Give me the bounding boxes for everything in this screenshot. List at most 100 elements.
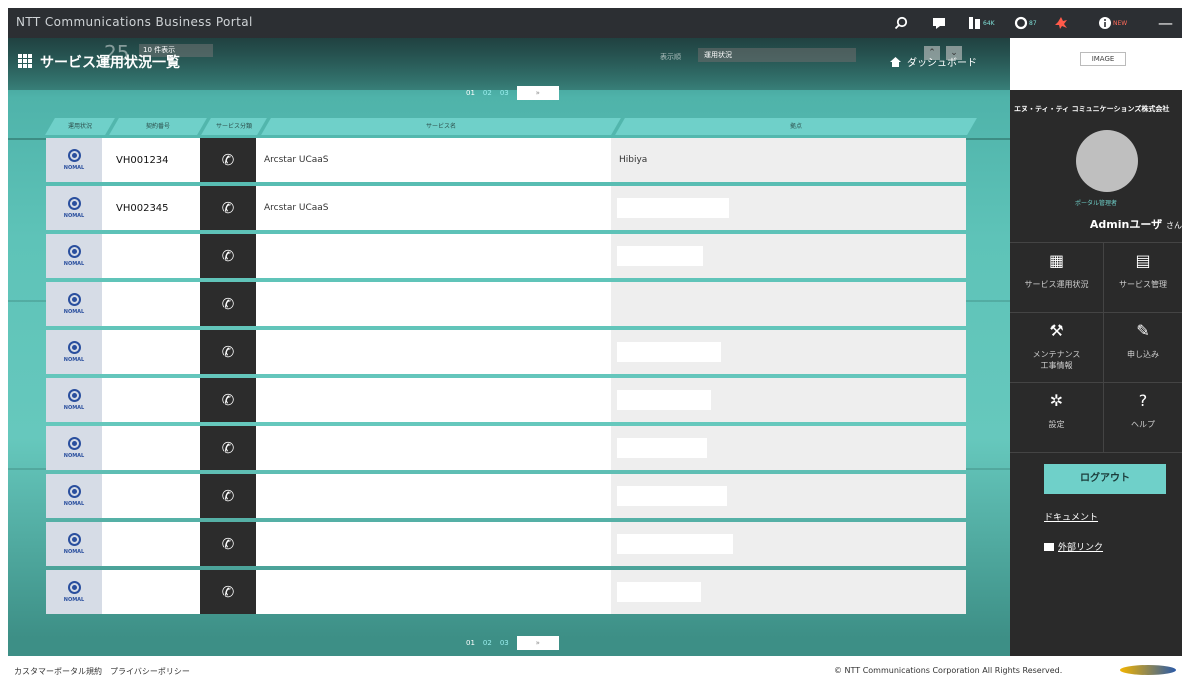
logout-button[interactable]: ログアウト — [1044, 464, 1166, 494]
message-icon[interactable] — [932, 8, 946, 38]
service-name: Arcstar UCaaS — [256, 186, 611, 230]
home-icon — [890, 56, 901, 67]
col-type[interactable]: サービス分類 — [201, 118, 267, 135]
table-row[interactable]: NOMAL ✆ — [46, 426, 966, 470]
dashboard-link[interactable]: ダッシュボード — [890, 54, 977, 69]
contract-number[interactable] — [102, 426, 200, 470]
contract-number[interactable] — [102, 234, 200, 278]
page-02[interactable]: 02 — [483, 639, 492, 647]
portal-brand: NTT Communications Business Portal — [16, 15, 253, 29]
service-name — [256, 234, 611, 278]
table-row[interactable]: NOMAL ✆ — [46, 378, 966, 422]
page-03[interactable]: 03 — [500, 89, 509, 97]
table-row[interactable]: NOMAL ✆ — [46, 282, 966, 326]
help-icon: ? — [1138, 391, 1148, 410]
refresh-icon[interactable]: 87 — [1014, 8, 1037, 38]
contract-number[interactable] — [102, 330, 200, 374]
sidebar-item-application[interactable]: ✎ 申し込み — [1104, 313, 1182, 383]
status-label: NOMAL — [63, 165, 85, 171]
ntt-logo — [1120, 665, 1176, 675]
status-label: NOMAL — [63, 309, 85, 315]
redacted-field — [617, 246, 703, 266]
site-cell — [611, 426, 966, 470]
contract-number[interactable]: VH002345 — [102, 186, 200, 230]
status-label: NOMAL — [63, 501, 85, 507]
page-03[interactable]: 03 — [500, 639, 509, 647]
col-service[interactable]: サービス名 — [261, 118, 621, 135]
sidebar-item-help[interactable]: ? ヘルプ — [1104, 383, 1182, 453]
phone-icon: ✆ — [200, 522, 256, 566]
service-name: Arcstar UCaaS — [256, 138, 611, 182]
sidebar-menu: ▦ サービス運用状況 ▤ サービス管理 ⚒ メンテナンス 工事情報 ✎ 申し込み… — [1010, 242, 1182, 453]
phone-icon: ✆ — [200, 186, 256, 230]
sort-select[interactable]: 運用状況 — [698, 48, 856, 62]
status-label: NOMAL — [63, 213, 85, 219]
alert-icon[interactable] — [1054, 8, 1068, 38]
contract-number[interactable] — [102, 522, 200, 566]
sort-label: 表示順 — [660, 53, 681, 61]
site-cell — [611, 186, 966, 230]
status-cell: NOMAL — [46, 138, 102, 182]
footer: カスタマーポータル規約 プライバシーポリシー © NTT Communicati… — [0, 656, 1182, 678]
status-label: NOMAL — [63, 405, 85, 411]
notification-count-icon[interactable]: 64K — [968, 8, 995, 38]
status-label: NOMAL — [63, 549, 85, 555]
col-status[interactable]: 運用状況 — [45, 118, 115, 135]
status-label: NOMAL — [63, 357, 85, 363]
table-row[interactable]: NOMAL VH002345 ✆ Arcstar UCaaS — [46, 186, 966, 230]
sidebar-item-maintenance[interactable]: ⚒ メンテナンス 工事情報 — [1010, 313, 1104, 383]
minimize-button[interactable]: — — [1158, 8, 1173, 38]
info-icon[interactable]: NEW — [1098, 8, 1127, 38]
page-02[interactable]: 02 — [483, 89, 492, 97]
contract-number[interactable] — [102, 282, 200, 326]
table-row[interactable]: NOMAL VH001234 ✆ Arcstar UCaaS Hibiya — [46, 138, 966, 182]
status-cell: NOMAL — [46, 186, 102, 230]
pager-top: 01 02 03 » — [466, 86, 559, 100]
redacted-field — [617, 582, 701, 602]
contract-number[interactable] — [102, 378, 200, 422]
redacted-field — [617, 438, 707, 458]
external-links-link[interactable]: 外部リンク — [1044, 540, 1103, 553]
documents-link[interactable]: ドキュメント — [1044, 510, 1098, 523]
contract-number[interactable] — [102, 570, 200, 614]
badge-new: NEW — [1113, 19, 1128, 27]
search-icon[interactable] — [894, 8, 908, 38]
col-site[interactable]: 拠点 — [615, 118, 977, 135]
sidebar-item-service-management[interactable]: ▤ サービス管理 — [1104, 243, 1182, 313]
external-link-icon — [1044, 542, 1054, 551]
contract-number[interactable] — [102, 474, 200, 518]
status-normal-icon — [67, 533, 81, 546]
status-normal-icon — [67, 437, 81, 450]
status-cell: NOMAL — [46, 234, 102, 278]
next-page-button[interactable]: » — [516, 636, 559, 650]
table-row[interactable]: NOMAL ✆ — [46, 570, 966, 614]
service-name — [256, 474, 611, 518]
main-content: 25 10 件表示 サービス運用状況一覧 表示順 運用状況 ⌃ ⌄ ダッシュボー… — [8, 38, 1010, 656]
table-row[interactable]: NOMAL ✆ — [46, 330, 966, 374]
footer-links[interactable]: カスタマーポータル規約 プライバシーポリシー — [14, 666, 190, 677]
sidebar-item-settings[interactable]: ✲ 設定 — [1010, 383, 1104, 453]
col-contract[interactable]: 契約番号 — [109, 118, 207, 135]
service-name — [256, 426, 611, 470]
phone-icon: ✆ — [200, 282, 256, 326]
status-normal-icon — [67, 197, 81, 210]
page-title: サービス運用状況一覧 — [40, 55, 180, 71]
next-page-button[interactable]: » — [516, 86, 559, 100]
redacted-field — [617, 198, 729, 218]
sidebar: IMAGE エヌ・ティ・ティ コミュニケーションズ株式会社 ポータル管理者 Ad… — [1010, 38, 1182, 656]
grid-icon — [18, 54, 32, 68]
table-row[interactable]: NOMAL ✆ — [46, 474, 966, 518]
service-name — [256, 330, 611, 374]
table-row[interactable]: NOMAL ✆ — [46, 522, 966, 566]
status-normal-icon — [67, 389, 81, 402]
page-01[interactable]: 01 — [466, 639, 475, 647]
site-cell — [611, 378, 966, 422]
status-cell: NOMAL — [46, 570, 102, 614]
dashboard-label: ダッシュボード — [907, 58, 977, 69]
contract-number[interactable]: VH001234 — [102, 138, 200, 182]
top-bar: NTT Communications Business Portal 64K 8… — [8, 8, 1182, 38]
page-01[interactable]: 01 — [466, 89, 475, 97]
status-cell: NOMAL — [46, 330, 102, 374]
table-row[interactable]: NOMAL ✆ — [46, 234, 966, 278]
sidebar-item-service-status[interactable]: ▦ サービス運用状況 — [1010, 243, 1104, 313]
